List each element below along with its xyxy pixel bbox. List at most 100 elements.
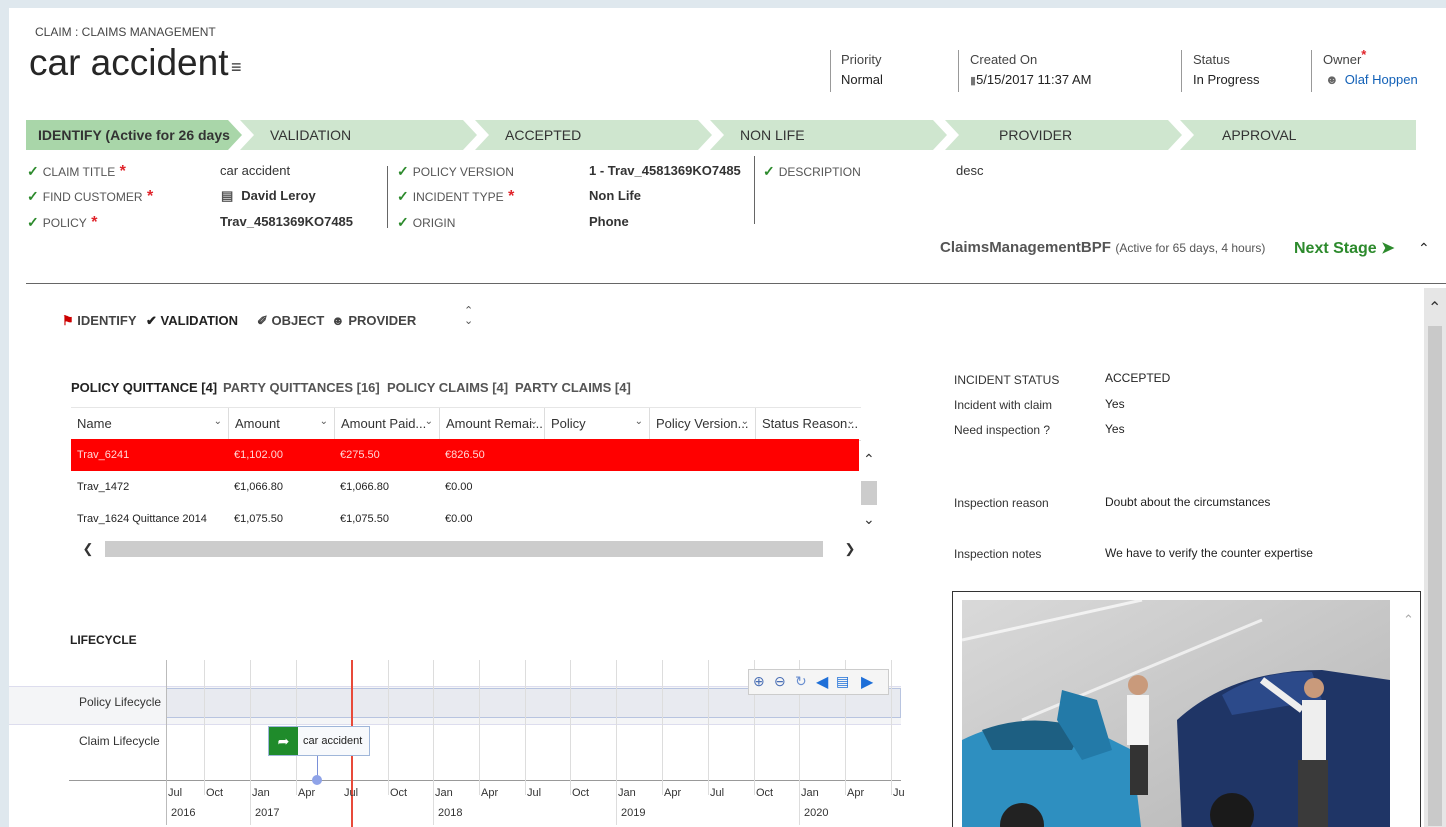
contact-card-icon: ▤ — [221, 188, 234, 203]
policy-version-label: ✓ POLICY VERSION — [397, 163, 514, 179]
priority-label: Priority — [841, 52, 882, 67]
tab-party-claims[interactable]: PARTY CLAIMS [4] — [515, 380, 631, 395]
status-label: Status — [1193, 52, 1230, 67]
year-label: 2017 — [255, 807, 280, 819]
col-policy[interactable]: Policy ⌄ — [544, 408, 649, 440]
next-stage-button[interactable]: Next Stage ➤ — [1294, 238, 1395, 258]
cell-amount-remaining: €826.50 — [445, 449, 485, 461]
find-customer-label: ✓ FIND CUSTOMER * — [27, 188, 154, 205]
year-label: 2016 — [171, 807, 196, 819]
description-label: ✓ DESCRIPTION — [763, 163, 861, 179]
tick-label: Ju — [893, 787, 905, 799]
stage-validation[interactable]: VALIDATION — [240, 120, 477, 150]
previous-icon[interactable]: ◀ — [816, 672, 828, 692]
tick-label: Jul — [344, 787, 359, 799]
collapse-process-icon[interactable]: ⌃ — [1418, 240, 1430, 257]
stage-identify[interactable]: IDENTIFY (Active for 26 days ⚑ — [26, 120, 242, 150]
tick-label: Apr — [664, 787, 682, 799]
grid-header: Name ⌄ Amount ⌄ Amount Paid... ⌄ Amount Rem… — [71, 407, 861, 441]
cell-amount-remaining: €0.00 — [445, 481, 473, 493]
table-row[interactable]: Trav_1624 Quittance 2014 €1,075.50 €1,07… — [71, 503, 859, 535]
table-row[interactable]: Trav_6241 €1,102.00 €275.50 €826.50 — [71, 439, 859, 471]
scroll-down-icon[interactable]: ⌄ — [863, 511, 875, 528]
priority-value: Normal — [841, 72, 883, 87]
col-policy-version[interactable]: Policy Version... ⌄ — [649, 408, 755, 440]
cell-name: Trav_1472 — [77, 481, 130, 493]
page-scroll-up-icon[interactable]: ⌃ — [1428, 298, 1441, 318]
page-scrollbar[interactable]: ⌃ — [1424, 288, 1446, 827]
incident-status-label: INCIDENT STATUS — [954, 373, 1060, 387]
col-status-reason[interactable]: Status Reason... ⌄ — [755, 408, 861, 440]
year-label: 2020 — [804, 807, 829, 819]
nav-provider[interactable]: ☻ PROVIDER — [331, 313, 416, 328]
zoom-in-icon[interactable]: ⊕ — [753, 673, 765, 690]
customer-link[interactable]: ▤ David Leroy — [221, 188, 316, 204]
tick-label: Oct — [756, 787, 774, 799]
scroll-left-icon[interactable]: ❮ — [71, 541, 105, 557]
incident-with-claim-value[interactable]: Yes — [1105, 397, 1125, 411]
cell-name: Trav_1624 Quittance 2014 — [77, 513, 207, 525]
need-inspection-label: Need inspection ? — [954, 423, 1051, 437]
stage-accepted[interactable]: ACCEPTED — [475, 120, 712, 150]
next-icon[interactable]: ▶ — [861, 672, 873, 692]
claim-form: CLAIM : CLAIMS MANAGEMENT car accident ≡… — [9, 8, 1446, 827]
origin-value[interactable]: Phone — [589, 214, 629, 229]
col-name[interactable]: Name ⌄ — [71, 408, 228, 440]
created-on-label: Created On — [970, 52, 1038, 67]
need-inspection-value[interactable]: Yes — [1105, 422, 1125, 436]
nav-validation[interactable]: ✔ VALIDATION — [146, 313, 238, 329]
scroll-right-icon[interactable]: ❯ — [823, 541, 877, 557]
photo-scroll-up-icon[interactable]: ⌃ — [1403, 612, 1414, 628]
col-amount-paid[interactable]: Amount Paid... ⌄ — [334, 408, 439, 440]
tick-label: Jul — [710, 787, 725, 799]
table-row[interactable]: Trav_1472 €1,066.80 €1,066.80 €0.00 — [71, 471, 859, 503]
incident-status-value[interactable]: ACCEPTED — [1105, 371, 1170, 385]
inspection-reason-value[interactable]: Doubt about the circumstances — [1105, 495, 1270, 509]
tick-label: Oct — [390, 787, 408, 799]
arrow-right-circle-icon: ➤ — [1381, 240, 1395, 257]
stage-approval[interactable]: APPROVAL — [1180, 120, 1416, 150]
form-selector-icon[interactable]: ≡ — [231, 57, 242, 78]
col-amount[interactable]: Amount ⌄ — [228, 408, 334, 440]
tab-policy-quittance[interactable]: POLICY QUITTANCE [4] — [71, 380, 217, 395]
policy-label: ✓ POLICY * — [27, 214, 98, 231]
accident-photo-frame: ⌃ — [952, 591, 1421, 827]
tick-label: Jan — [618, 787, 636, 799]
origin-label: ✓ ORIGIN — [397, 214, 456, 230]
user-icon: ☻ — [1325, 72, 1339, 87]
stage-provider[interactable]: PROVIDER — [945, 120, 1182, 150]
event-label: car accident — [303, 735, 363, 747]
event-forward-icon: ➦ — [269, 727, 298, 755]
policy-link[interactable]: Trav_4581369KO7485 — [220, 214, 353, 229]
status-value: In Progress — [1193, 72, 1260, 87]
tab-party-quittances[interactable]: PARTY QUITTANCES [16] — [223, 380, 380, 395]
page-scroll-thumb[interactable] — [1428, 326, 1442, 826]
description-value[interactable]: desc — [956, 163, 983, 178]
grid-horizontal-scrollbar[interactable]: ❮ ❯ — [71, 541, 877, 557]
cell-amount: €1,066.80 — [234, 481, 283, 493]
policy-version-link[interactable]: 1 - Trav_4581369KO7485 — [589, 163, 741, 178]
inspection-reason-label: Inspection reason — [954, 496, 1049, 510]
business-process-bar: IDENTIFY (Active for 26 days ⚑ VALIDATIO… — [26, 120, 1416, 150]
col-amount-remaining[interactable]: Amount Remai... ⌄ — [439, 408, 544, 440]
calendar-icon[interactable]: ▤ — [836, 673, 849, 690]
claim-title-label: ✓ CLAIM TITLE * — [27, 163, 126, 180]
inspection-notes-value[interactable]: We have to verify the counter expertise — [1105, 546, 1313, 560]
refresh-icon[interactable]: ↻ — [795, 673, 807, 690]
timeline-axis — [69, 780, 901, 781]
tab-policy-claims[interactable]: POLICY CLAIMS [4] — [387, 380, 508, 395]
cell-amount-paid: €275.50 — [340, 449, 380, 461]
claim-title-value[interactable]: car accident — [220, 163, 290, 178]
timeline-event[interactable]: ➦ car accident — [268, 726, 370, 756]
zoom-out-icon[interactable]: ⊖ — [774, 673, 786, 690]
nav-identify[interactable]: ⚑ IDENTIFY — [62, 313, 137, 329]
stage-non-life[interactable]: NON LIFE — [710, 120, 947, 150]
tick-label: Apr — [847, 787, 865, 799]
grid-vertical-scrollbar[interactable]: ⌃ ⌄ — [861, 439, 877, 535]
incident-type-value[interactable]: Non Life — [589, 188, 641, 203]
owner-link[interactable]: ☻ Olaf Hoppen — [1325, 72, 1418, 87]
nav-expand-icon[interactable]: ⌃ ⌄ — [464, 306, 473, 327]
scroll-up-icon[interactable]: ⌃ — [863, 451, 875, 468]
scroll-thumb[interactable] — [861, 481, 877, 505]
nav-object[interactable]: ✐ OBJECT — [257, 313, 324, 329]
